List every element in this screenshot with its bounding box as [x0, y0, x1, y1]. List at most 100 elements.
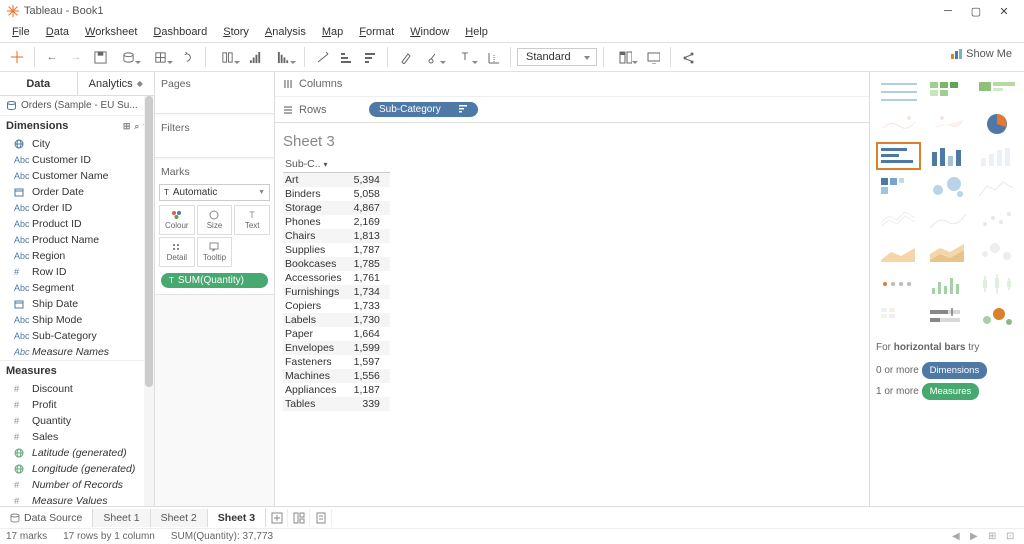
field-region[interactable]: AbcRegion	[0, 248, 154, 264]
menu-format[interactable]: Format	[351, 24, 402, 40]
tab-sheet-3[interactable]: Sheet 3	[208, 507, 266, 527]
menu-data[interactable]: Data	[38, 24, 77, 40]
new-worksheet-tab[interactable]	[266, 509, 288, 527]
tab-analytics[interactable]: Analytics◆	[78, 72, 155, 95]
chart-type-2[interactable]	[974, 78, 1019, 106]
marks-pill-quantity[interactable]: TSUM(Quantity)	[161, 273, 268, 288]
detail-button[interactable]: Detail	[159, 237, 195, 267]
size-button[interactable]: Size	[197, 205, 233, 235]
chart-type-0[interactable]	[876, 78, 921, 106]
sort-asc-button[interactable]	[244, 46, 266, 68]
rows-shelf[interactable]: Rows Sub-Category	[275, 97, 869, 122]
group-button[interactable]	[311, 46, 333, 68]
table-row[interactable]: Labels1,730	[283, 313, 390, 327]
new-story-tab[interactable]	[310, 509, 332, 527]
chart-type-9[interactable]	[876, 174, 921, 202]
menu-map[interactable]: Map	[314, 24, 351, 40]
table-row[interactable]: Furnishings1,734	[283, 285, 390, 299]
table-row[interactable]: Phones2,169	[283, 215, 390, 229]
group-members-button[interactable]	[418, 46, 448, 68]
tab-datasource[interactable]: Data Source	[0, 509, 93, 527]
table-row[interactable]: Tables339	[283, 397, 390, 411]
chart-type-16[interactable]	[925, 238, 970, 266]
field-customer-id[interactable]: AbcCustomer ID	[0, 152, 154, 168]
menu-analysis[interactable]: Analysis	[257, 24, 314, 40]
view-icon[interactable]: ⊞	[123, 121, 131, 132]
tableau-icon[interactable]	[6, 46, 28, 68]
table-row[interactable]: Chairs1,813	[283, 229, 390, 243]
text-button[interactable]: TText	[234, 205, 270, 235]
table-row[interactable]: Machines1,556	[283, 369, 390, 383]
show-labels-button[interactable]: T	[450, 46, 480, 68]
chart-type-10[interactable]	[925, 174, 970, 202]
minimize-button[interactable]: ─	[934, 2, 962, 20]
fit-dropdown[interactable]: Standard	[517, 48, 597, 66]
forward-button[interactable]: →	[65, 46, 87, 68]
close-button[interactable]: ✕	[990, 2, 1018, 20]
sort-button-2[interactable]	[335, 46, 357, 68]
duplicate-button[interactable]	[177, 46, 199, 68]
datasource-item[interactable]: Orders (Sample - EU Su...	[0, 96, 154, 115]
table-row[interactable]: Art5,394	[283, 173, 390, 188]
tab-data[interactable]: Data	[0, 72, 78, 95]
new-dashboard-tab[interactable]	[288, 509, 310, 527]
fix-axes-button[interactable]	[482, 46, 504, 68]
status-icon-1[interactable]: ◀	[952, 531, 964, 543]
field-number-of-records[interactable]: #Number of Records	[0, 477, 154, 493]
table-row[interactable]: Fasteners1,597	[283, 355, 390, 369]
table-row[interactable]: Envelopes1,599	[283, 341, 390, 355]
swap-button[interactable]	[212, 46, 242, 68]
field-row-id[interactable]: #Row ID	[0, 264, 154, 280]
table-row[interactable]: Binders5,058	[283, 187, 390, 201]
pages-shelf[interactable]: Pages	[155, 72, 274, 114]
save-button[interactable]	[89, 46, 111, 68]
show-me-button[interactable]: Show Me	[944, 46, 1018, 62]
back-button[interactable]: ←	[41, 46, 63, 68]
field-city[interactable]: City	[0, 136, 154, 152]
sort-desc-button[interactable]	[268, 46, 298, 68]
field-discount[interactable]: #Discount	[0, 381, 154, 397]
field-product-name[interactable]: AbcProduct Name	[0, 232, 154, 248]
presentation-button[interactable]	[642, 46, 664, 68]
tab-sheet-1[interactable]: Sheet 1	[93, 509, 150, 527]
field-order-id[interactable]: AbcOrder ID	[0, 200, 154, 216]
field-ship-mode[interactable]: AbcShip Mode	[0, 312, 154, 328]
scrollbar[interactable]	[144, 96, 154, 512]
chart-type-6[interactable]	[876, 142, 921, 170]
columns-shelf[interactable]: Columns	[275, 72, 869, 97]
chart-type-23[interactable]	[974, 302, 1019, 330]
field-quantity[interactable]: #Quantity	[0, 413, 154, 429]
tab-sheet-2[interactable]: Sheet 2	[151, 509, 208, 527]
menu-dashboard[interactable]: Dashboard	[145, 24, 215, 40]
chart-type-15[interactable]	[876, 238, 921, 266]
field-customer-name[interactable]: AbcCustomer Name	[0, 168, 154, 184]
table-row[interactable]: Bookcases1,785	[283, 257, 390, 271]
highlight-button[interactable]	[394, 46, 416, 68]
chart-type-22[interactable]	[925, 302, 970, 330]
rows-pill-subcategory[interactable]: Sub-Category	[369, 102, 478, 117]
status-icon-3[interactable]: ⊞	[988, 531, 1000, 543]
search-icon[interactable]: ⌕	[134, 121, 139, 132]
tooltip-button[interactable]: Tooltip	[197, 237, 233, 267]
status-icon-4[interactable]: ⊡	[1006, 531, 1018, 543]
table-row[interactable]: Storage4,867	[283, 201, 390, 215]
colour-button[interactable]: Colour	[159, 205, 195, 235]
chart-type-19[interactable]	[925, 270, 970, 298]
menu-help[interactable]: Help	[457, 24, 496, 40]
table-row[interactable]: Accessories1,761	[283, 271, 390, 285]
field-longitude--generated-[interactable]: Longitude (generated)	[0, 461, 154, 477]
sheet-title[interactable]: Sheet 3	[275, 123, 869, 156]
new-datasource-button[interactable]	[113, 46, 143, 68]
menu-worksheet[interactable]: Worksheet	[77, 24, 145, 40]
menu-window[interactable]: Window	[402, 24, 457, 40]
field-ship-date[interactable]: Ship Date	[0, 296, 154, 312]
sort-button-3[interactable]	[359, 46, 381, 68]
field-sub-category[interactable]: AbcSub-Category	[0, 328, 154, 344]
field-latitude--generated-[interactable]: Latitude (generated)	[0, 445, 154, 461]
field-profit[interactable]: #Profit	[0, 397, 154, 413]
chart-type-7[interactable]	[925, 142, 970, 170]
table-row[interactable]: Paper1,664	[283, 327, 390, 341]
mark-type-dropdown[interactable]: TAutomatic▼	[159, 184, 270, 201]
field-product-id[interactable]: AbcProduct ID	[0, 216, 154, 232]
filters-shelf[interactable]: Filters	[155, 116, 274, 158]
